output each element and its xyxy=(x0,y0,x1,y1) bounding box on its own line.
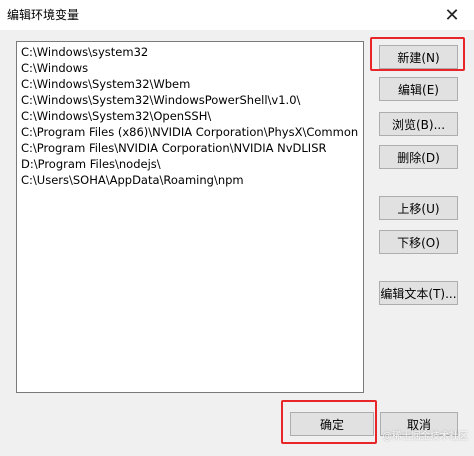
ok-button-highlight xyxy=(281,400,377,444)
list-item[interactable]: C:\Program Files (x86)\NVIDIA Corporatio… xyxy=(17,124,363,140)
new-button-highlight xyxy=(370,37,465,71)
list-item[interactable]: C:\Program Files\NVIDIA Corporation\NVID… xyxy=(17,140,363,156)
list-item[interactable]: C:\Windows\System32\OpenSSH\ xyxy=(17,108,363,124)
watermark: @稀土掘金技术社区 xyxy=(382,431,468,442)
list-item[interactable]: C:\Windows xyxy=(17,60,363,76)
delete-button[interactable]: 删除(D) xyxy=(379,145,458,169)
path-list[interactable]: C:\Windows\system32 C:\Windows C:\Window… xyxy=(16,41,364,393)
list-item[interactable]: C:\Windows\System32\WindowsPowerShell\v1… xyxy=(17,92,363,108)
list-item[interactable]: D:\Program Files\nodejs\ xyxy=(17,156,363,172)
close-icon[interactable]: ✕ xyxy=(430,0,474,30)
browse-button[interactable]: 浏览(B)... xyxy=(379,112,458,136)
list-item[interactable]: C:\Windows\system32 xyxy=(17,44,363,60)
list-item[interactable]: C:\Users\SOHA\AppData\Roaming\npm xyxy=(17,172,363,188)
edit-text-button[interactable]: 编辑文本(T)... xyxy=(379,281,458,305)
window-title: 编辑环境变量 xyxy=(7,8,80,22)
move-up-button[interactable]: 上移(U) xyxy=(379,196,458,220)
list-item[interactable]: C:\Windows\System32\Wbem xyxy=(17,76,363,92)
title-bar: 编辑环境变量 ✕ xyxy=(0,0,474,30)
edit-button[interactable]: 编辑(E) xyxy=(379,77,458,101)
move-down-button[interactable]: 下移(O) xyxy=(379,230,458,254)
